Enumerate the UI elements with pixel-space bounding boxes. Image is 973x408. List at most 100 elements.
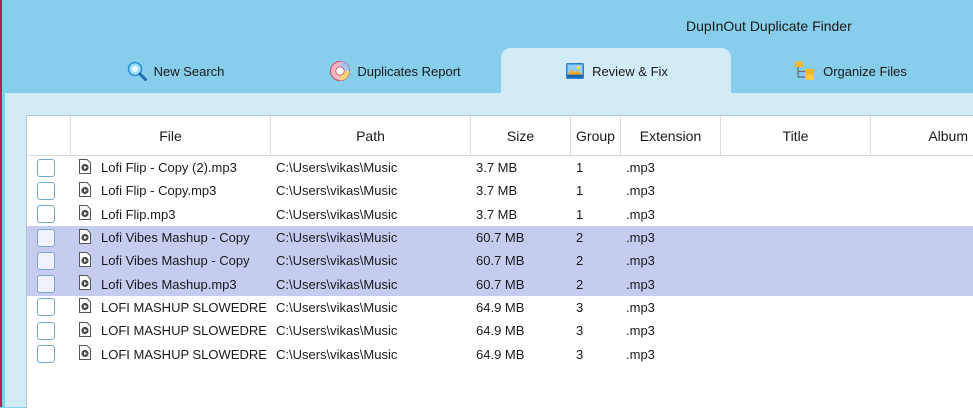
path-cell: C:\Users\vikas\Music [276,299,398,315]
window-edge [0,0,2,407]
extension-cell: .mp3 [626,160,655,176]
path-cell: C:\Users\vikas\Music [276,160,398,176]
audio-file-icon [79,298,91,316]
extension-cell: .mp3 [626,276,655,292]
title-cell [721,249,871,272]
row-checkbox[interactable] [37,251,55,270]
extension-cell: .mp3 [626,183,655,199]
size-cell: 3.7 MB [476,206,518,222]
tab-organize-files[interactable]: Organize Files [785,48,915,94]
size-cell: 3.7 MB [476,160,518,176]
file-name: Lofi Flip.mp3 [101,206,176,222]
extension-cell: .mp3 [626,299,655,315]
title-cell [721,226,871,249]
column-header-size[interactable]: Size [471,116,571,156]
file-cell: Lofi Vibes Mashup.mp3 [71,272,271,295]
group-cell: 3 [576,299,584,315]
column-header-path[interactable]: Path [271,116,471,156]
row-checkbox[interactable] [37,158,55,177]
file-name: Lofi Flip - Copy (2).mp3 [101,160,237,176]
path-cell: C:\Users\vikas\Music [276,276,398,292]
group-cell: 2 [576,253,584,269]
file-cell: Lofi Flip.mp3 [71,203,271,226]
extension-cell: .mp3 [626,323,655,339]
results-grid: File Path Size Group Extension Title Alb… [26,115,973,408]
tab-label: Duplicates Report [357,63,461,79]
audio-file-icon [79,275,91,293]
row-select-cell [27,272,71,295]
row-checkbox[interactable] [37,321,55,340]
file-cell: Lofi Flip - Copy.mp3 [71,179,271,202]
row-select-cell [27,296,71,319]
table-row[interactable]: Lofi Flip - Copy (2).mp3 C:\Users\vikas\… [27,156,973,179]
group-cell: 2 [576,276,584,292]
group-cell: 1 [576,183,584,199]
row-checkbox[interactable] [37,205,55,224]
file-cell: Lofi Vibes Mashup - Copy [71,249,271,272]
app-title: DupInOut Duplicate Finder [686,18,852,34]
row-checkbox[interactable] [37,298,55,317]
file-name: LOFI MASHUP SLOWEDRE [101,346,267,362]
table-row[interactable]: Lofi Vibes Mashup - Copy C:\Users\vikas\… [27,249,973,273]
tab-label: New Search [153,63,225,79]
size-cell: 60.7 MB [476,253,525,269]
album-cell [871,249,973,272]
group-cell: 1 [576,206,584,222]
column-header-select[interactable] [27,116,71,156]
audio-file-icon [79,205,91,223]
column-header-title[interactable]: Title [721,116,871,156]
path-cell: C:\Users\vikas\Music [276,323,398,339]
title-cell [721,319,871,342]
row-checkbox[interactable] [37,181,55,200]
path-cell: C:\Users\vikas\Music [276,206,398,222]
row-checkbox[interactable] [37,228,55,247]
size-cell: 64.9 MB [476,323,525,339]
audio-file-icon [79,321,91,340]
title-cell [721,296,871,319]
table-row[interactable]: Lofi Flip.mp3 C:\Users\vikas\Music 3.7 M… [27,203,973,226]
file-name: Lofi Vibes Mashup - Copy [101,253,250,269]
tab-new-search[interactable]: New Search [95,48,255,94]
row-checkbox[interactable] [37,275,55,294]
file-name: LOFI MASHUP SLOWEDRE [101,323,267,339]
audio-file-icon [79,345,91,363]
title-cell [721,179,871,202]
table-row[interactable]: LOFI MASHUP SLOWEDRE C:\Users\vikas\Musi… [27,319,973,342]
row-select-cell [27,319,71,342]
row-select-cell [27,249,71,272]
column-header-file[interactable]: File [71,116,271,156]
tab-duplicates-report[interactable]: Duplicates Report [315,48,475,94]
tab-review-fix[interactable]: Review & Fix [501,48,731,94]
title-cell [721,156,871,179]
audio-file-icon [79,251,91,270]
table-row[interactable]: LOFI MASHUP SLOWEDRE C:\Users\vikas\Musi… [27,342,973,365]
table-row[interactable]: Lofi Vibes Mashup - Copy C:\Users\vikas\… [27,225,973,250]
file-cell: Lofi Vibes Mashup - Copy [71,226,271,249]
group-cell: 2 [576,230,584,246]
group-cell: 3 [576,346,584,362]
table-row[interactable]: Lofi Flip - Copy.mp3 C:\Users\vikas\Musi… [27,179,973,202]
table-row[interactable]: Lofi Vibes Mashup.mp3 C:\Users\vikas\Mus… [27,272,973,296]
folder-tree-icon [793,60,817,82]
table-row[interactable]: LOFI MASHUP SLOWEDRE C:\Users\vikas\Musi… [27,296,973,319]
album-cell [871,179,973,202]
album-cell [871,226,973,249]
size-cell: 60.7 MB [476,276,525,292]
row-checkbox[interactable] [37,345,55,364]
grid-header: File Path Size Group Extension Title Alb… [27,116,973,156]
album-cell [871,319,973,342]
row-select-cell [27,342,71,365]
file-cell: LOFI MASHUP SLOWEDRE [71,342,271,365]
extension-cell: .mp3 [626,253,655,269]
grid-rows: Lofi Flip - Copy (2).mp3 C:\Users\vikas\… [27,156,973,366]
column-header-album[interactable]: Album [871,116,973,156]
column-header-extension[interactable]: Extension [621,116,721,156]
row-select-cell [27,226,71,249]
extension-cell: .mp3 [626,230,655,246]
size-cell: 64.9 MB [476,299,525,315]
size-cell: 3.7 MB [476,183,518,199]
column-header-group[interactable]: Group [571,116,621,156]
file-name: Lofi Vibes Mashup.mp3 [101,276,237,292]
file-cell: Lofi Flip - Copy (2).mp3 [71,156,271,179]
file-cell: LOFI MASHUP SLOWEDRE [71,319,271,342]
